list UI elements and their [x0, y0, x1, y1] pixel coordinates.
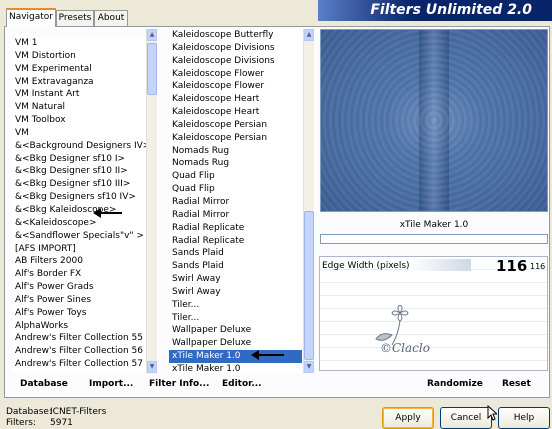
category-item[interactable]: VM — [12, 127, 146, 140]
param-value-big: 116 — [496, 257, 528, 275]
apply-button[interactable]: Apply — [382, 407, 434, 429]
watermark-text: ©Claclo — [380, 341, 430, 355]
tab-navigator-label: Navigator — [8, 12, 54, 22]
reset-button[interactable]: Reset — [502, 379, 531, 389]
category-scrollbar[interactable]: ▲ ▼ — [146, 29, 157, 373]
category-list[interactable]: VM 1 VM Distortion VM Experimental VM Extra… — [12, 37, 146, 373]
category-item[interactable]: AlphaWorks — [12, 320, 146, 333]
filter-item[interactable]: xTile Maker 1.0 — [169, 350, 302, 363]
category-item[interactable]: Andrew's Filter Collection 55 — [12, 332, 146, 345]
category-item[interactable]: Alf's Border FX — [12, 268, 146, 281]
tab-navigator[interactable]: Navigator — [6, 8, 56, 27]
category-item[interactable]: VM Extravaganza — [12, 76, 146, 89]
annotation-arrow-left-icon — [251, 350, 284, 360]
filter-item[interactable]: Sands Plaid — [169, 260, 302, 273]
filter-item[interactable]: Kaleidoscope Divisions — [169, 55, 302, 68]
scroll-thumb[interactable] — [147, 43, 157, 95]
filter-item[interactable]: Kaleidoscope Butterfly — [169, 29, 302, 42]
filter-item[interactable]: Kaleidoscope Persian — [169, 119, 302, 132]
progress-bar — [320, 234, 548, 244]
category-item[interactable]: VM Natural — [12, 101, 146, 114]
filter-list[interactable]: Kaleidoscope Butterfly Kaleidoscope Divis… — [169, 29, 302, 373]
annotation-arrow-left-icon — [93, 208, 122, 218]
status-database-value: ICNET-Filters — [50, 407, 107, 417]
filter-item[interactable]: xTile Maker 1.0 — [169, 363, 302, 373]
preview-filter-name: xTile Maker 1.0 — [399, 220, 469, 230]
editor-button[interactable]: Editor... — [222, 379, 262, 389]
preview-image — [320, 29, 548, 212]
category-item[interactable]: &<Sandflower Specials"v" > — [12, 230, 146, 243]
help-button[interactable]: Help — [498, 407, 550, 429]
category-item[interactable]: &<Bkg Designer sf10 II> — [12, 165, 146, 178]
filter-item[interactable]: Sands Plaid — [169, 247, 302, 260]
filter-item[interactable]: Kaleidoscope Flower — [169, 80, 302, 93]
filter-info-button[interactable]: Filter Info... — [149, 379, 209, 389]
filter-item[interactable]: Radial Replicate — [169, 235, 302, 248]
randomize-button[interactable]: Randomize — [427, 379, 483, 389]
scroll-down-button[interactable]: ▼ — [304, 361, 314, 373]
category-item[interactable]: Alf's Power Toys — [12, 307, 146, 320]
filter-item[interactable]: Quad Flip — [169, 170, 302, 183]
category-item[interactable]: &<Bkg Designer sf10 I> — [12, 153, 146, 166]
category-item[interactable]: VM Instant Art — [12, 88, 146, 101]
category-item[interactable]: Alf's Power Grads — [12, 281, 146, 294]
category-item[interactable]: VM Toolbox — [12, 114, 146, 127]
filter-item[interactable]: Quad Flip — [169, 183, 302, 196]
tab-presets[interactable]: Presets — [56, 10, 94, 26]
tab-about[interactable]: About — [94, 10, 128, 26]
category-item[interactable]: VM Distortion — [12, 50, 146, 63]
category-item[interactable]: Andrew's Filter Collection 56 — [12, 345, 146, 358]
param-slider-track[interactable] — [409, 259, 471, 271]
category-item[interactable]: VM Experimental — [12, 63, 146, 76]
filter-item[interactable]: Radial Replicate — [169, 222, 302, 235]
cancel-button[interactable]: Cancel — [440, 407, 492, 429]
category-item[interactable]: &<Kaleidoscope> — [12, 217, 146, 230]
database-button[interactable]: Database — [20, 379, 68, 389]
import-button[interactable]: Import... — [89, 379, 133, 389]
filter-item[interactable]: Kaleidoscope Heart — [169, 93, 302, 106]
filter-scrollbar[interactable]: ▲ ▼ — [303, 29, 314, 373]
mouse-cursor-icon — [487, 405, 497, 421]
scroll-up-button[interactable]: ▲ — [304, 29, 314, 41]
tab-about-label: About — [97, 13, 125, 23]
category-item[interactable]: VM 1 — [12, 37, 146, 50]
filter-item[interactable]: Swirl Away — [169, 286, 302, 299]
filter-item[interactable]: Radial Mirror — [169, 196, 302, 209]
param-label: Edge Width (pixels): — [322, 261, 413, 271]
filter-item[interactable]: Kaleidoscope Flower — [169, 68, 302, 81]
scroll-down-button[interactable]: ▼ — [147, 361, 157, 373]
watermark-logo: ©Claclo — [362, 304, 442, 360]
filter-item[interactable]: Nomads Rug — [169, 145, 302, 158]
category-item[interactable]: [AFS IMPORT] — [12, 243, 146, 256]
tab-presets-label: Presets — [58, 13, 92, 23]
category-item[interactable]: Andrew's Filter Collection 57 — [12, 358, 146, 371]
filter-item[interactable]: Radial Mirror — [169, 209, 302, 222]
filter-item[interactable]: Wallpaper Deluxe — [169, 337, 302, 350]
filter-item[interactable]: Wallpaper Deluxe — [169, 324, 302, 337]
category-item[interactable]: Alf's Power Sines — [12, 294, 146, 307]
filter-item[interactable]: Kaleidoscope Persian — [169, 132, 302, 145]
status-database-label: Database: — [6, 407, 52, 417]
filter-item[interactable]: Tiler... — [169, 299, 302, 312]
category-item[interactable]: &<Bkg Designers sf10 IV> — [12, 191, 146, 204]
title-banner: Filters Unlimited 2.0 — [318, 0, 552, 21]
scroll-thumb[interactable] — [304, 211, 314, 360]
filter-item[interactable]: Tiler... — [169, 312, 302, 325]
filter-item[interactable]: Swirl Away — [169, 273, 302, 286]
param-value-small: 116 — [530, 262, 546, 271]
category-item[interactable]: AB Filters 2000 — [12, 255, 146, 268]
scroll-up-button[interactable]: ▲ — [147, 29, 157, 41]
filter-item[interactable]: Nomads Rug — [169, 157, 302, 170]
filter-item[interactable]: Kaleidoscope Divisions — [169, 42, 302, 55]
category-item[interactable]: &<Bkg Kaleidoscope> — [12, 204, 146, 217]
app-title: Filters Unlimited 2.0 — [370, 2, 532, 18]
category-item[interactable]: &<Bkg Designer sf10 III> — [12, 178, 146, 191]
filter-item[interactable]: Kaleidoscope Heart — [169, 106, 302, 119]
category-item[interactable]: &<Background Designers IV> — [12, 140, 146, 153]
